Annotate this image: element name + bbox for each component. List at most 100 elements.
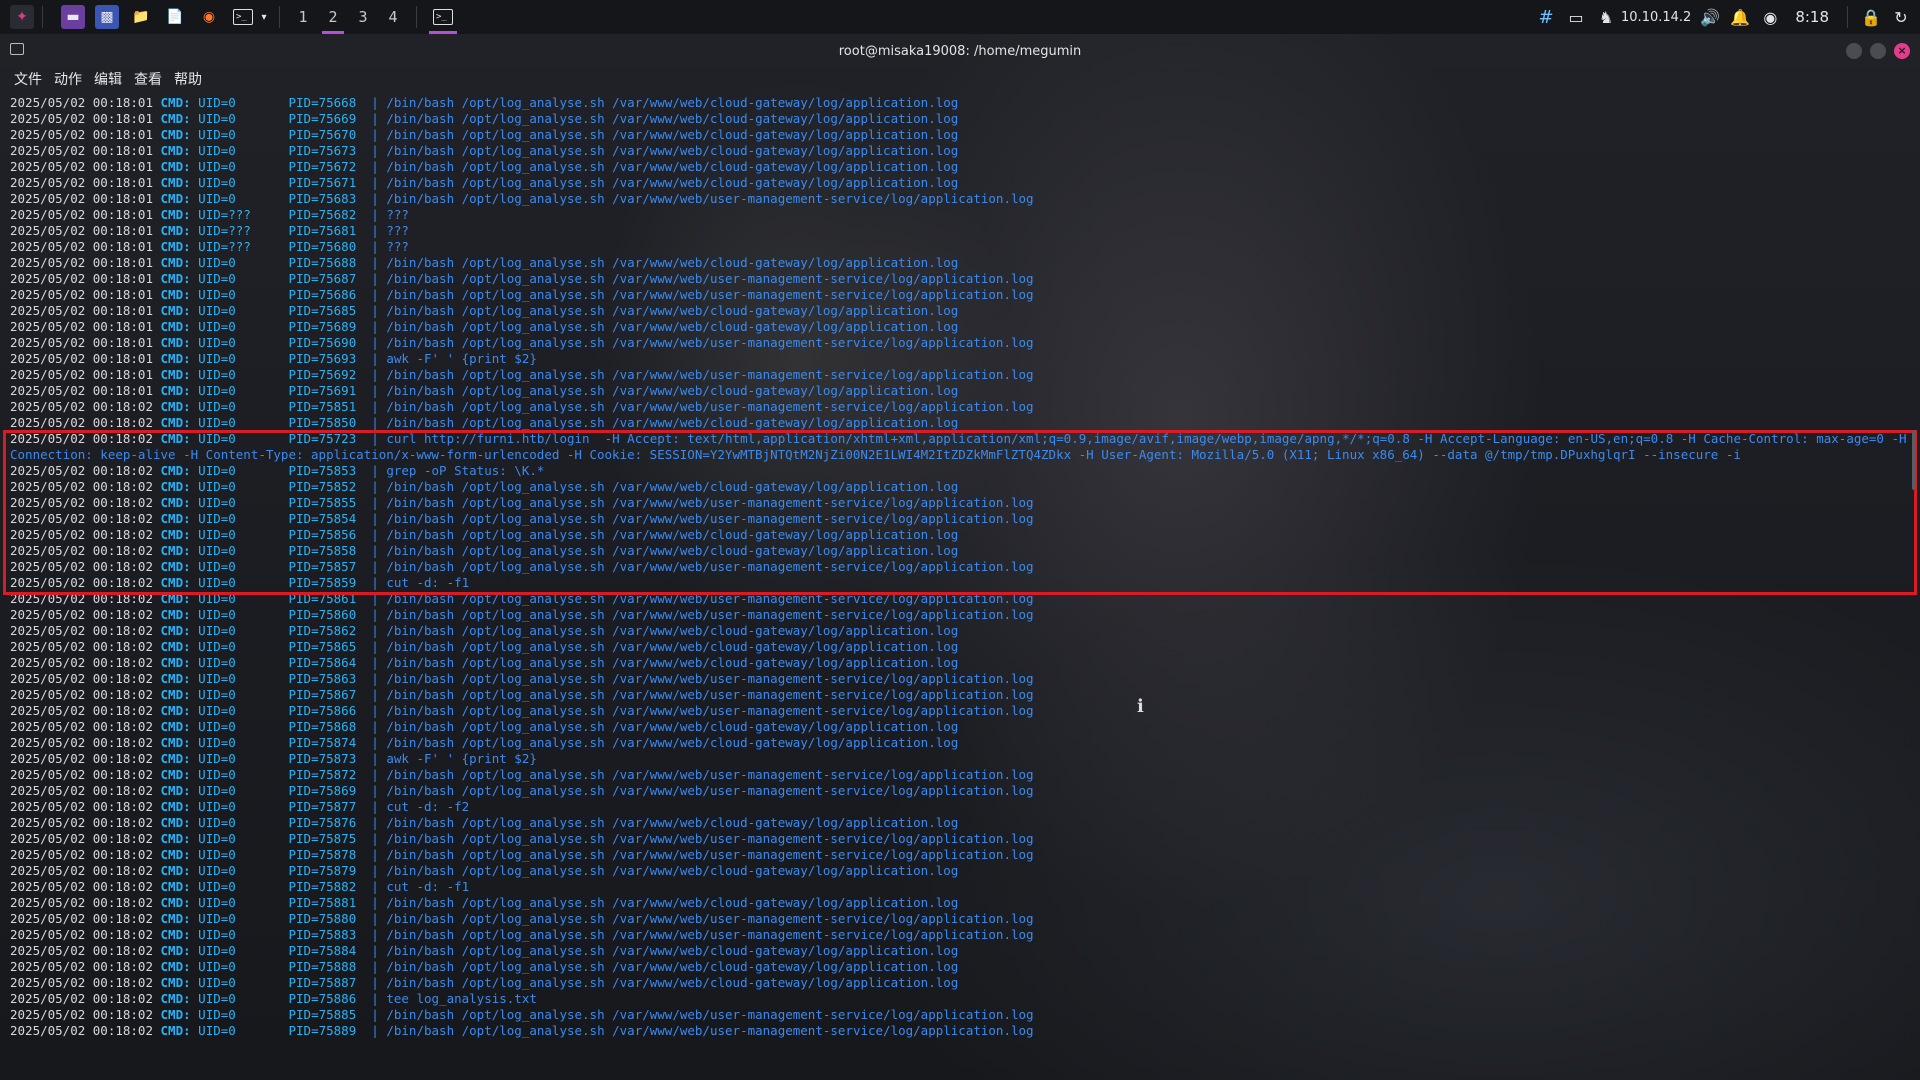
log-line: 2025/05/02 00:18:02 CMD: UID=0 PID=75868… <box>10 719 1910 735</box>
power-manager-icon[interactable]: ◉ <box>1755 0 1785 34</box>
log-separator: | <box>371 1023 379 1038</box>
log-pid: PID=75852 <box>288 479 357 494</box>
log-uid: UID=0 <box>198 351 251 366</box>
log-separator: | <box>371 703 379 718</box>
panel-separator <box>1847 6 1848 28</box>
log-line: 2025/05/02 00:18:02 CMD: UID=0 PID=75866… <box>10 703 1910 719</box>
notification-bell-icon[interactable]: 🔔 <box>1725 0 1755 34</box>
volume-icon[interactable]: 🔊 <box>1695 0 1725 34</box>
log-separator: | <box>371 751 379 766</box>
window-title: root@misaka19008: /home/megumin <box>838 43 1082 59</box>
log-uid: UID=0 <box>198 287 251 302</box>
workspace-4[interactable]: 4 <box>378 0 408 34</box>
log-command: /bin/bash /opt/log_analyse.sh /var/www/w… <box>386 591 1034 606</box>
log-line: 2025/05/02 00:18:02 CMD: UID=0 PID=75869… <box>10 783 1910 799</box>
log-separator: | <box>371 783 379 798</box>
log-command: /bin/bash /opt/log_analyse.sh /var/www/w… <box>386 1007 1034 1022</box>
log-separator: | <box>371 943 379 958</box>
workspace-3[interactable]: 3 <box>348 0 378 34</box>
log-command: cut -d: -f1 <box>386 879 470 894</box>
scrollbar[interactable] <box>1912 430 1916 490</box>
text-editor-icon[interactable]: 📄 <box>163 5 187 29</box>
log-uid: UID=0 <box>198 767 251 782</box>
monitor-icon[interactable]: ▭ <box>1561 0 1591 34</box>
log-separator: | <box>371 815 379 830</box>
log-uid: UID=0 <box>198 847 251 862</box>
log-timestamp: 2025/05/02 00:18:02 <box>10 623 153 638</box>
log-pid: PID=75873 <box>288 751 357 766</box>
log-cmd-label: CMD: <box>160 191 191 206</box>
maximize-button[interactable] <box>1870 43 1886 59</box>
kali-menu-icon[interactable]: ✦ <box>10 5 34 29</box>
log-command: /bin/bash /opt/log_analyse.sh /var/www/w… <box>386 959 959 974</box>
window-titlebar[interactable]: root@misaka19008: /home/megumin × <box>0 34 1920 68</box>
log-separator: | <box>371 927 379 942</box>
log-uid: UID=0 <box>198 335 251 350</box>
logout-icon[interactable]: ↻ <box>1886 0 1916 34</box>
log-timestamp: 2025/05/02 00:18:01 <box>10 239 153 254</box>
minimize-button[interactable] <box>1846 43 1862 59</box>
log-command: /bin/bash /opt/log_analyse.sh /var/www/w… <box>386 703 1034 718</box>
menu-edit[interactable]: 编辑 <box>94 69 122 89</box>
menu-help[interactable]: 帮助 <box>174 69 202 89</box>
log-line: 2025/05/02 00:18:02 CMD: UID=0 PID=75888… <box>10 959 1910 975</box>
log-cmd-label: CMD: <box>160 287 191 302</box>
log-separator: | <box>371 415 379 430</box>
log-line: 2025/05/02 00:18:02 CMD: UID=0 PID=75883… <box>10 927 1910 943</box>
terminal-task-button[interactable]: >_ <box>425 0 461 34</box>
terminal-output[interactable]: 2025/05/02 00:18:01 CMD: UID=0 PID=75668… <box>10 95 1910 1070</box>
log-command: /bin/bash /opt/log_analyse.sh /var/www/w… <box>386 415 959 430</box>
log-cmd-label: CMD: <box>160 895 191 910</box>
log-command: cut -d: -f1 <box>386 575 470 590</box>
log-line: 2025/05/02 00:18:02 CMD: UID=0 PID=75873… <box>10 751 1910 767</box>
log-pid: PID=75683 <box>288 191 357 206</box>
log-pid: PID=75680 <box>288 239 357 254</box>
window-menu-icon[interactable] <box>10 43 24 55</box>
log-command: /bin/bash /opt/log_analyse.sh /var/www/w… <box>386 687 1034 702</box>
log-timestamp: 2025/05/02 00:18:01 <box>10 383 153 398</box>
log-command: /bin/bash /opt/log_analyse.sh /var/www/w… <box>386 719 959 734</box>
log-timestamp: 2025/05/02 00:18:02 <box>10 719 153 734</box>
log-cmd-label: CMD: <box>160 959 191 974</box>
clock[interactable]: 8:18 <box>1795 8 1829 26</box>
log-uid: UID=0 <box>198 127 251 142</box>
menu-file[interactable]: 文件 <box>14 69 42 89</box>
file-manager-icon[interactable]: 📁 <box>129 5 153 29</box>
log-line: 2025/05/02 00:18:01 CMD: UID=0 PID=75690… <box>10 335 1910 351</box>
firefox-icon[interactable]: ◉ <box>197 5 221 29</box>
menu-view[interactable]: 查看 <box>134 69 162 89</box>
log-timestamp: 2025/05/02 00:18:01 <box>10 367 153 382</box>
workspace-1[interactable]: 1 <box>288 0 318 34</box>
log-cmd-label: CMD: <box>160 431 191 446</box>
log-separator: | <box>371 799 379 814</box>
log-command: /bin/bash /opt/log_analyse.sh /var/www/w… <box>386 911 1034 926</box>
log-timestamp: 2025/05/02 00:18:02 <box>10 575 153 590</box>
log-pid: PID=75854 <box>288 511 357 526</box>
workspace-2[interactable]: 2 <box>318 0 348 34</box>
log-pid: PID=75872 <box>288 767 357 782</box>
workspace-switcher-icon[interactable]: ▬ <box>61 5 85 29</box>
log-cmd-label: CMD: <box>160 879 191 894</box>
log-uid: UID=0 <box>198 783 251 798</box>
log-uid: UID=0 <box>198 831 251 846</box>
vpn-user-icon[interactable]: ♞ <box>1591 0 1621 34</box>
log-command: /bin/bash /opt/log_analyse.sh /var/www/w… <box>386 319 959 334</box>
log-line: 2025/05/02 00:18:02 CMD: UID=0 PID=75880… <box>10 911 1910 927</box>
terminal-icon: >_ <box>433 9 453 25</box>
desktop-icon[interactable]: ▩ <box>95 5 119 29</box>
log-timestamp: 2025/05/02 00:18:02 <box>10 975 153 990</box>
chevron-down-icon[interactable]: ▾ <box>257 5 271 29</box>
lock-icon[interactable]: 🔒 <box>1856 0 1886 34</box>
log-timestamp: 2025/05/02 00:18:02 <box>10 479 153 494</box>
log-uid: UID=0 <box>198 415 251 430</box>
menu-actions[interactable]: 动作 <box>54 69 82 89</box>
network-graph-icon[interactable]: # <box>1531 0 1561 34</box>
log-pid: PID=75869 <box>288 783 357 798</box>
log-cmd-label: CMD: <box>160 175 191 190</box>
log-command: /bin/bash /opt/log_analyse.sh /var/www/w… <box>386 143 959 158</box>
close-button[interactable]: × <box>1894 43 1910 59</box>
log-separator: | <box>371 399 379 414</box>
terminal-launcher-icon[interactable]: >_ <box>231 5 255 29</box>
log-cmd-label: CMD: <box>160 639 191 654</box>
log-separator: | <box>371 623 379 638</box>
